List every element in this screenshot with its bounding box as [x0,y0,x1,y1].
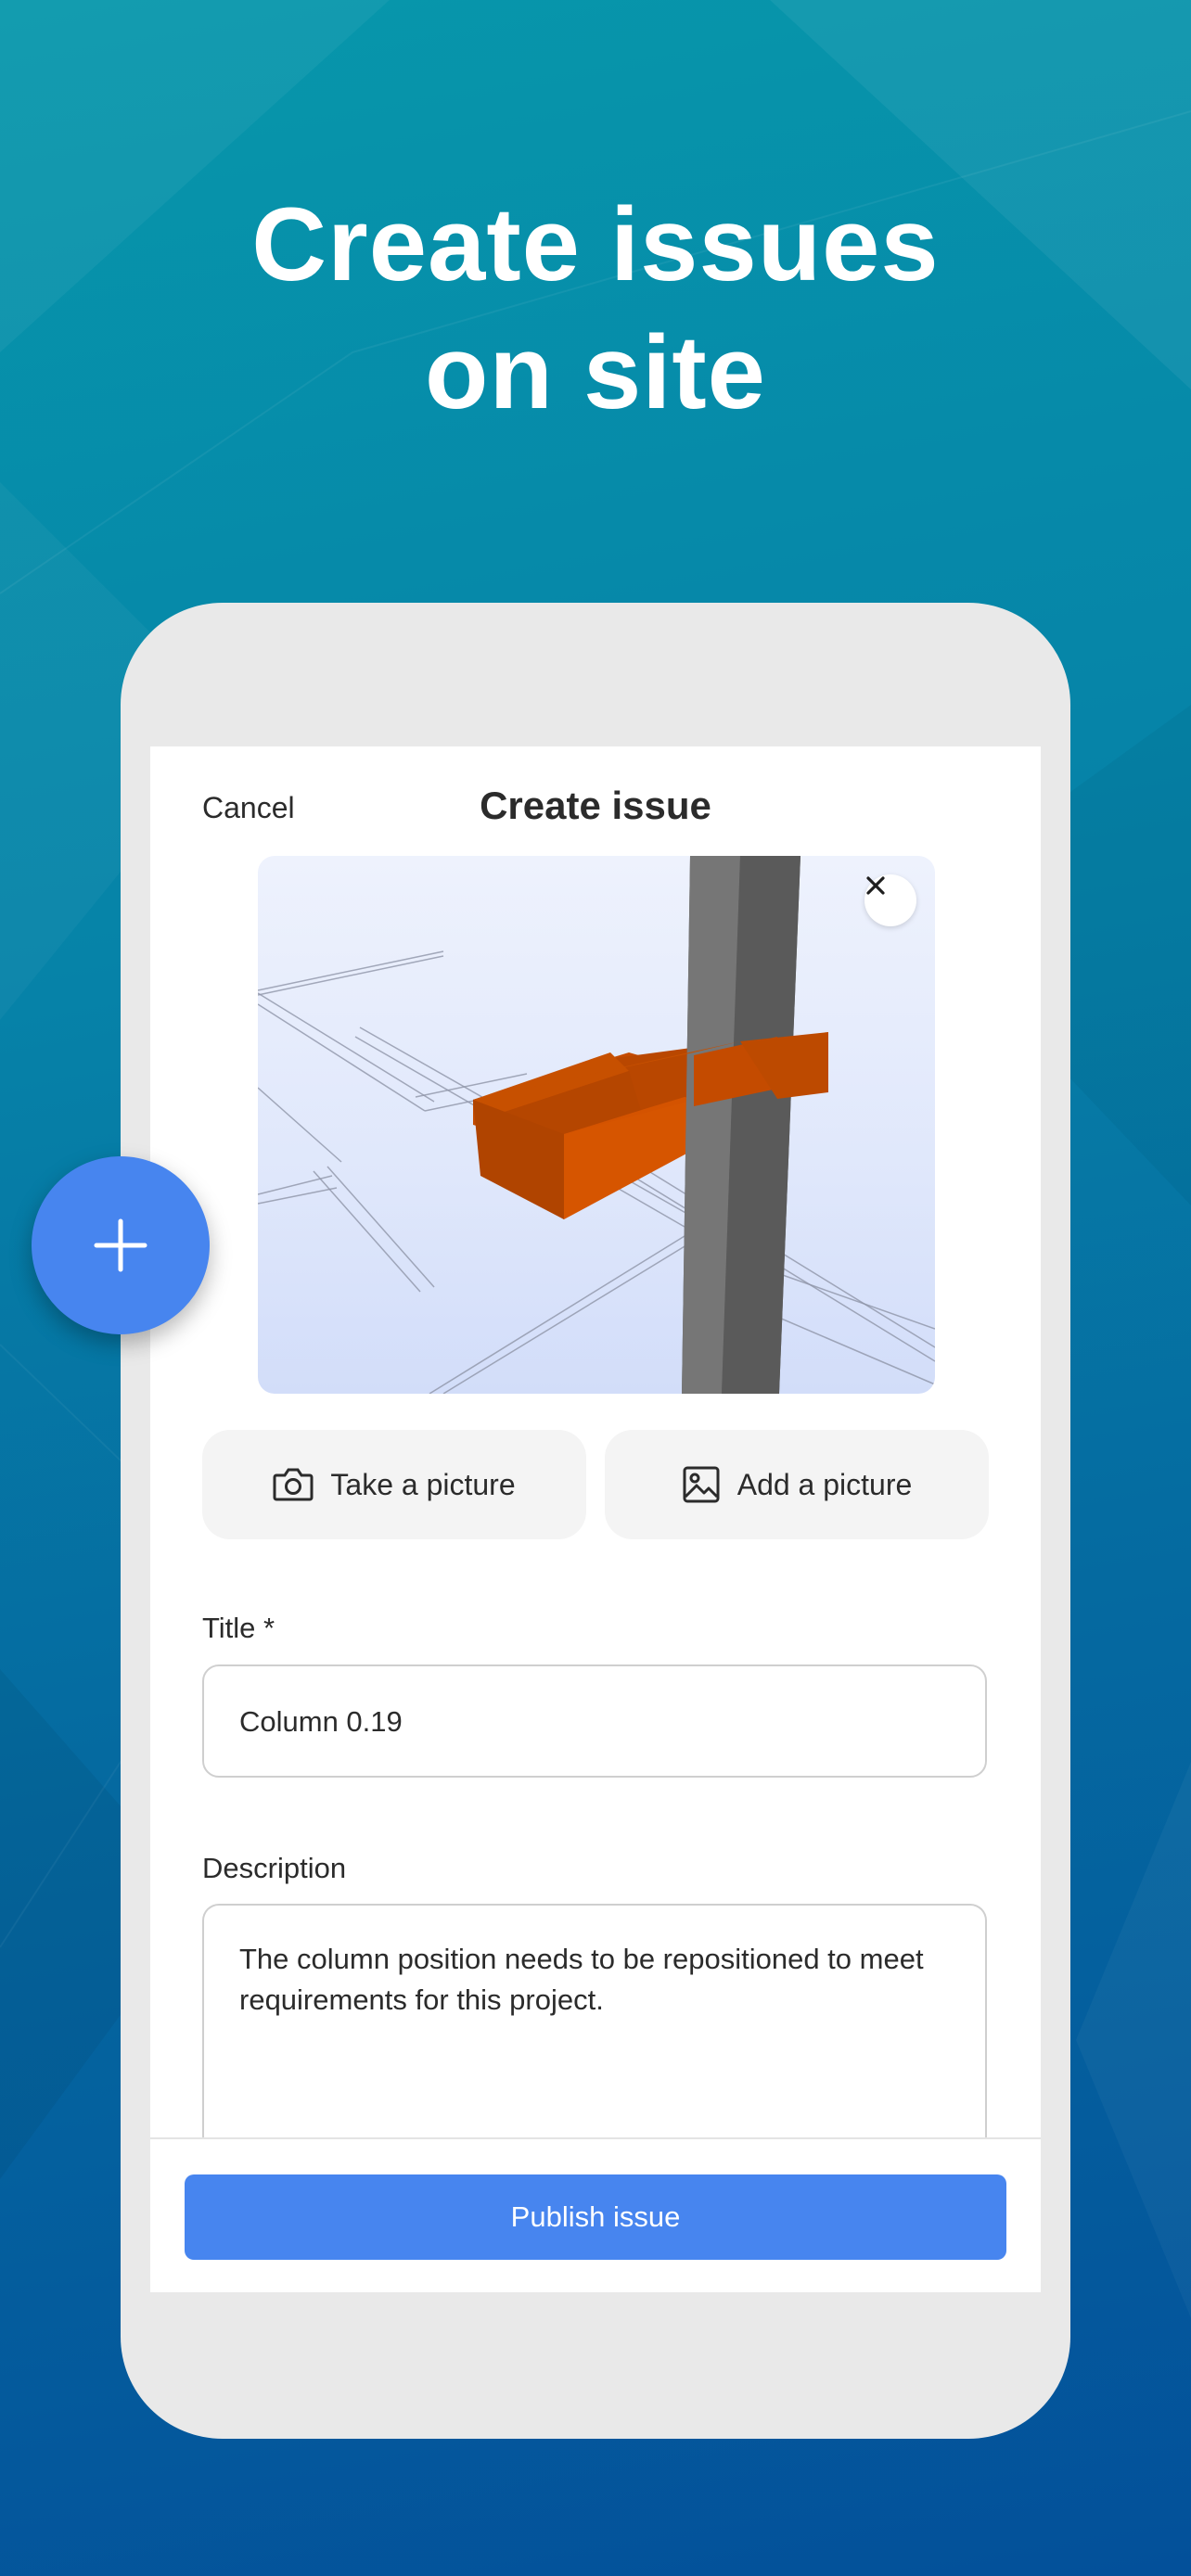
headline-line-2: on site [425,314,766,430]
image-icon [683,1466,720,1503]
description-label: Description [202,1852,347,1884]
add-picture-button[interactable]: Add a picture [605,1430,989,1539]
plus-icon [94,1218,147,1272]
close-icon [866,876,885,895]
take-picture-label: Take a picture [330,1467,516,1501]
create-issue-fab[interactable] [32,1156,210,1334]
remove-image-button[interactable] [864,874,916,926]
headline-line-1: Create issues [251,186,940,302]
publish-issue-button[interactable]: Publish issue [185,2174,1006,2260]
create-issue-screen: Cancel Create issue Take a picture Add a… [150,746,1041,2292]
model-preview-image [258,856,935,1394]
title-input[interactable]: Column 0.19 [202,1664,987,1778]
camera-icon [273,1468,314,1501]
footer-bar: Publish issue [150,2137,1041,2292]
model-render [258,856,935,1394]
add-picture-label: Add a picture [736,1467,913,1501]
take-picture-button[interactable]: Take a picture [202,1430,586,1539]
screen-title: Create issue [480,784,711,827]
title-label: Title * [202,1612,275,1644]
headline: Create issues on site [0,181,1191,437]
nav-bar: Cancel Create issue [150,746,1041,867]
